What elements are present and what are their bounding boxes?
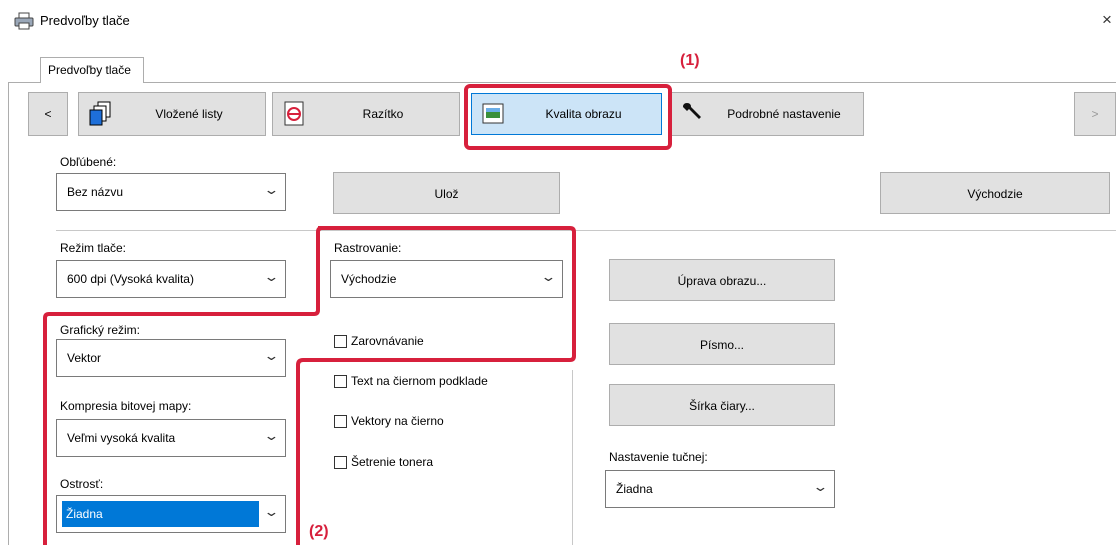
highlight-frame-2 — [43, 226, 576, 545]
annotation-2: (2) — [309, 523, 329, 540]
tab-print-preferences[interactable]: Predvoľby tlače — [40, 57, 144, 83]
